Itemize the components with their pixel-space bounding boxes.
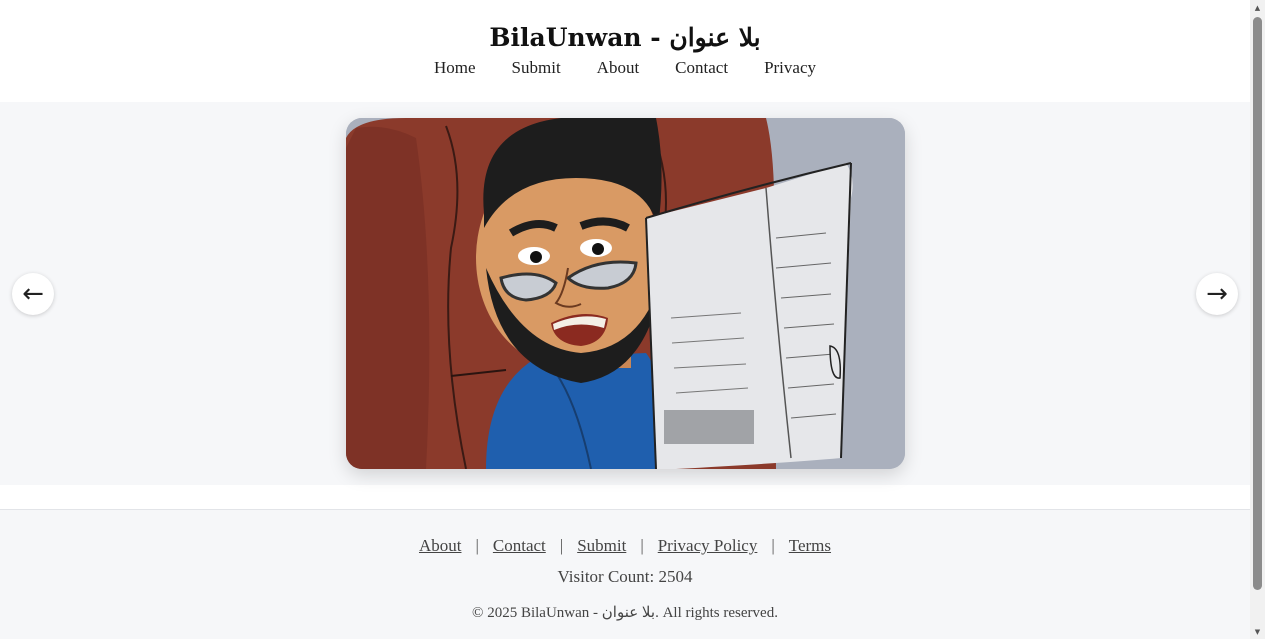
site-footer: About | Contact | Submit | Privacy Polic…	[0, 509, 1250, 639]
footer-links: About | Contact | Submit | Privacy Polic…	[0, 536, 1250, 556]
footer-link-contact[interactable]: Contact	[493, 536, 546, 556]
footer-separator: |	[475, 536, 479, 555]
footer-link-privacy-policy[interactable]: Privacy Policy	[658, 536, 758, 556]
nav-contact[interactable]: Contact	[675, 56, 728, 80]
footer-separator: |	[771, 536, 775, 555]
main-nav: Home Submit About Contact Privacy	[0, 56, 1250, 80]
previous-slide-button[interactable]: ←	[12, 273, 54, 315]
site-header: BilaUnwan - بلا عنوان Home Submit About …	[0, 0, 1250, 102]
nav-home[interactable]: Home	[434, 56, 476, 80]
footer-link-terms[interactable]: Terms	[789, 536, 831, 556]
vertical-scrollbar[interactable]: ▲ ▼	[1250, 0, 1265, 639]
bearded-man-reading-newspaper-drawing	[346, 118, 905, 469]
visitor-count: Visitor Count: 2504	[557, 567, 693, 586]
nav-submit[interactable]: Submit	[512, 56, 561, 80]
nav-about[interactable]: About	[597, 56, 640, 80]
image-carousel: ← →	[0, 102, 1250, 485]
footer-link-about[interactable]: About	[419, 536, 462, 556]
scrollbar-thumb[interactable]	[1253, 17, 1262, 590]
carousel-slide-image[interactable]	[346, 118, 905, 469]
footer-link-submit[interactable]: Submit	[577, 536, 626, 556]
arrow-right-icon: →	[1206, 279, 1228, 309]
scroll-down-icon[interactable]: ▼	[1250, 624, 1265, 639]
footer-separator: |	[559, 536, 564, 555]
nav-privacy[interactable]: Privacy	[764, 56, 816, 80]
footer-separator: |	[640, 536, 644, 555]
page: BilaUnwan - بلا عنوان Home Submit About …	[0, 0, 1250, 639]
site-title[interactable]: BilaUnwan - بلا عنوان	[0, 0, 1250, 54]
arrow-left-icon: ←	[22, 279, 44, 309]
copyright-text: © 2025 BilaUnwan - بلا عنوان. All rights…	[472, 605, 778, 621]
scroll-up-icon[interactable]: ▲	[1250, 0, 1265, 15]
next-slide-button[interactable]: →	[1196, 273, 1238, 315]
